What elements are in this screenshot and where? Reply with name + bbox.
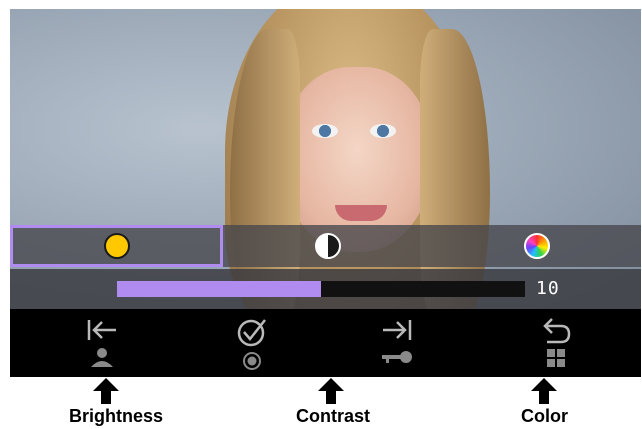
check-circle-icon <box>237 319 266 347</box>
level-value: 10 <box>536 278 560 299</box>
contrast-dot-icon <box>314 233 341 259</box>
grid-icon <box>547 349 565 367</box>
level-slider-row: 10 <box>10 269 641 309</box>
level-slider-fill <box>117 281 321 297</box>
tab-brightness[interactable] <box>10 225 223 267</box>
tab-contrast[interactable] <box>223 225 432 267</box>
color-key[interactable] <box>516 311 596 377</box>
back-to-start-icon <box>87 320 116 340</box>
color-wheel-icon <box>523 233 550 259</box>
adjustment-tabs <box>10 225 641 267</box>
brightness-key[interactable] <box>62 311 142 377</box>
contrast-caption: Contrast <box>296 406 371 426</box>
skip-to-end-icon <box>383 320 412 340</box>
brightness-dot-icon <box>103 233 130 259</box>
contrast-key[interactable] <box>212 311 292 377</box>
key-icon <box>382 351 412 363</box>
undo-return-icon <box>543 318 571 344</box>
intercom-screen: 10 <box>10 9 641 377</box>
next-key[interactable] <box>357 311 437 377</box>
record-icon <box>243 352 261 370</box>
soft-key-bar <box>10 311 641 377</box>
brightness-caption: Brightness <box>69 406 164 426</box>
person-icon <box>91 348 113 367</box>
level-slider[interactable] <box>117 281 525 297</box>
color-caption: Color <box>521 406 568 426</box>
tab-color[interactable] <box>432 225 641 267</box>
